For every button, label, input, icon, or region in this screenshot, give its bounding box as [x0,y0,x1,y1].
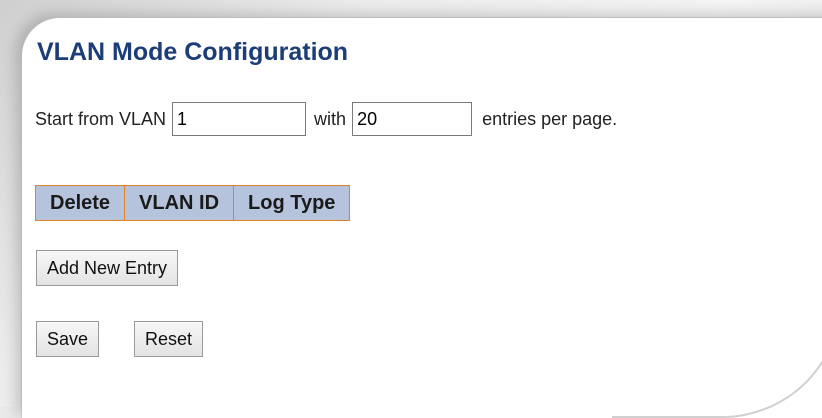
add-new-entry-button[interactable]: Add New Entry [36,250,179,286]
delete-column-header: Delete [34,185,126,221]
table-header-row: Delete VLAN ID Log Type [34,185,351,221]
start-from-label: Start from VLAN [35,108,167,129]
save-button[interactable]: Save [36,321,100,357]
paging-controls: Start from VLAN with entries per page. [35,100,617,138]
vlan-mode-table: Delete VLAN ID Log Type [34,185,351,221]
log-type-column-header: Log Type [233,185,351,221]
reset-button[interactable]: Reset [134,321,204,357]
with-label: with [314,108,347,129]
entries-per-page-input[interactable] [352,102,473,136]
page-title: VLAN Mode Configuration [37,38,349,66]
entries-per-page-label: entries per page. [482,108,618,129]
start-vlan-input[interactable] [172,102,307,136]
panel-corner-curve [612,298,822,418]
vlan-id-column-header: VLAN ID [124,185,235,221]
